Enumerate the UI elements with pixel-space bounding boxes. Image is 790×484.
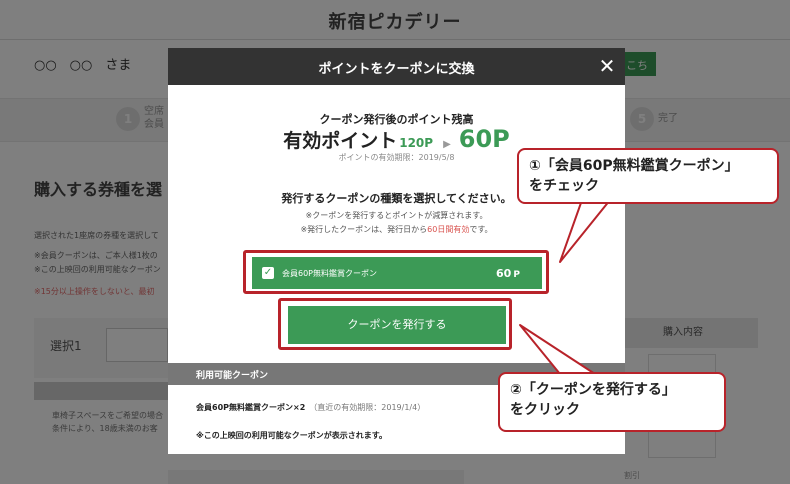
callout-step-2: ②「クーポンを発行する」 をクリック [498,372,726,432]
callout-2-tail [519,324,596,375]
callout-1-line-1: ①「会員60P無料鑑賞クーポン」 [529,158,739,174]
callout-2-line-2: をクリック [510,402,580,418]
callout-1-line-2: をチェック [529,178,599,194]
callout-step-1: ①「会員60P無料鑑賞クーポン」 をチェック [517,148,779,204]
callout-2-line-1: ②「クーポンを発行する」 [510,382,676,398]
callout-1-tail [559,199,611,263]
